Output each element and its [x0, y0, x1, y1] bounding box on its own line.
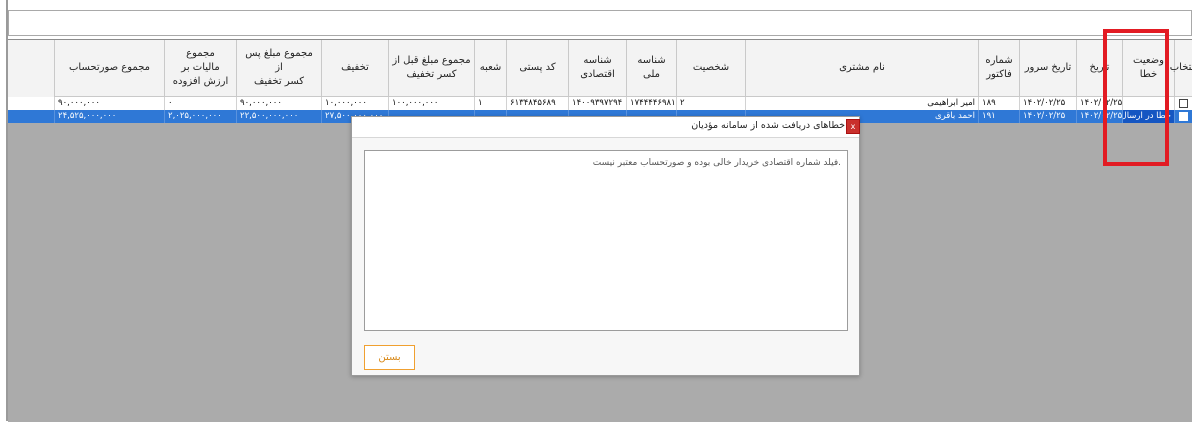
row-checkbox[interactable]	[1174, 97, 1192, 110]
economic-id-cell: ۱۴۰۰۹۳۹۷۲۹۴	[568, 97, 626, 110]
column-header[interactable]: وضعیت خطا	[1122, 40, 1174, 97]
column-header[interactable]: شعبه	[474, 40, 506, 97]
date-cell: ۱۴۰۲/۰۲/۲۵	[1076, 110, 1122, 123]
filter-bar[interactable]	[8, 10, 1192, 36]
vat-cell: ۰	[164, 97, 236, 110]
column-header[interactable]: شناسه ملی	[626, 40, 676, 97]
invoice-total-cell: ۹۰,۰۰۰,۰۰۰	[54, 97, 164, 110]
column-header[interactable]: نام مشتری	[745, 40, 978, 97]
total-before-discount-cell: ۱۰۰,۰۰۰,۰۰۰	[388, 97, 474, 110]
invoice-no-cell: ۱۹۱	[978, 110, 1019, 123]
discount-cell: ۱۰,۰۰۰,۰۰۰	[321, 97, 388, 110]
type-cell: ۲	[676, 97, 745, 110]
column-header[interactable]: انتخاب	[1170, 40, 1192, 97]
column-header[interactable]: مجموع صورتحساب	[54, 40, 164, 97]
national-id-cell: ۱۷۴۴۴۴۶۹۸۱	[626, 97, 676, 110]
date-cell: ۱۴۰۲/۰۲/۲۵	[1076, 97, 1122, 110]
column-header[interactable]: مجموع مالیات بر ارزش افزوده	[164, 40, 236, 97]
column-header[interactable]: تاریخ	[1076, 40, 1122, 97]
vat-cell: ۲,۰۲۵,۰۰۰,۰۰۰	[164, 110, 236, 123]
errors-dialog: خطاهای دریافت شده از سامانه مؤدیان x .فی…	[351, 116, 860, 376]
total-after-discount-cell: ۲۲,۵۰۰,۰۰۰,۰۰۰	[236, 110, 321, 123]
close-icon[interactable]: x	[846, 119, 860, 134]
server-date-cell: ۱۴۰۲/۰۲/۲۵	[1019, 110, 1076, 123]
error-message: .فیلد شماره اقتصادی خریدار خالی بوده و ص…	[592, 158, 841, 168]
invoice-total-cell: ۲۴,۵۲۵,۰۰۰,۰۰۰	[54, 110, 164, 123]
column-header[interactable]: مجموع مبلغ پس از کسر تخفیف	[236, 40, 321, 97]
server-date-cell: ۱۴۰۲/۰۲/۲۵	[1019, 97, 1076, 110]
status-cell: خطا در ارسال	[1122, 110, 1174, 123]
row-checkbox[interactable]	[1174, 110, 1192, 123]
checkbox-icon[interactable]	[1179, 112, 1188, 121]
column-header[interactable]: تخفیف	[321, 40, 388, 97]
customer-cell: امیر ابراهیمی	[745, 97, 978, 110]
total-after-discount-cell: ۹۰,۰۰۰,۰۰۰	[236, 97, 321, 110]
table-row[interactable]: ۱۴۰۲/۰۲/۲۵ ۱۴۰۲/۰۲/۲۵ ۱۸۹ امیر ابراهیمی ۲ ۱۷۴…	[8, 97, 1192, 110]
grid-header: انتخابوضعیت خطاتاریختاریخ سرورشماره فاکت…	[8, 40, 1192, 97]
dialog-title: خطاهای دریافت شده از سامانه مؤدیان	[691, 120, 845, 131]
column-header[interactable]: شخصیت	[676, 40, 745, 97]
invoice-no-cell: ۱۸۹	[978, 97, 1019, 110]
column-header[interactable]: مجموع مبلغ قبل از کسر تخفیف	[388, 40, 474, 97]
error-message-box[interactable]: .فیلد شماره اقتصادی خریدار خالی بوده و ص…	[364, 150, 848, 331]
close-button[interactable]: بستن	[364, 345, 415, 370]
dialog-titlebar: خطاهای دریافت شده از سامانه مؤدیان x	[352, 117, 860, 138]
postal-code-cell: ۶۱۳۴۸۴۵۶۸۹	[506, 97, 568, 110]
column-header[interactable]: شناسه اقتصادی	[568, 40, 626, 97]
branch-cell: ۱	[474, 97, 506, 110]
checkbox-icon[interactable]	[1179, 99, 1188, 108]
status-cell	[1122, 97, 1174, 110]
column-header[interactable]: شماره فاکتور	[978, 40, 1019, 97]
column-header[interactable]: کد پستی	[506, 40, 568, 97]
column-header[interactable]: تاریخ سرور	[1019, 40, 1076, 97]
